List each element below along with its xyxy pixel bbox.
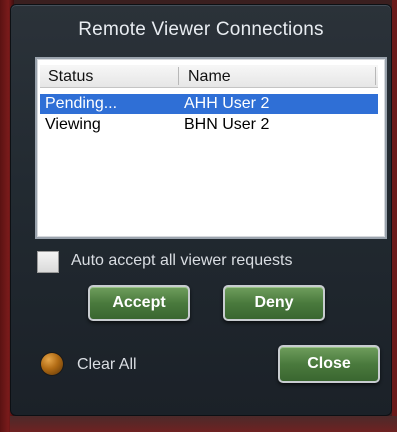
deny-button[interactable]: Deny — [223, 285, 325, 321]
auto-accept-checkbox[interactable] — [37, 251, 59, 273]
row-name: BHN User 2 — [184, 116, 270, 133]
table-row[interactable]: Pending... AHH User 2 — [40, 94, 378, 114]
clear-all-radio-icon[interactable] — [41, 353, 63, 375]
background-bottom-edge — [10, 416, 397, 432]
column-divider-right — [375, 67, 376, 85]
row-status: Pending... — [45, 95, 118, 112]
connections-list[interactable]: Status Name Pending... AHH User 2 Viewin… — [35, 57, 387, 239]
close-button[interactable]: Close — [278, 345, 380, 383]
list-header: Status Name — [40, 65, 378, 88]
dialog-title: Remote Viewer Connections — [78, 19, 324, 40]
table-row[interactable]: Viewing BHN User 2 — [40, 115, 378, 135]
accept-button[interactable]: Accept — [88, 285, 190, 321]
remote-viewer-dialog: Remote Viewer Connections Status Name Pe… — [10, 4, 392, 416]
row-status: Viewing — [45, 116, 101, 133]
auto-accept-label: Auto accept all viewer requests — [71, 252, 293, 269]
row-name: AHH User 2 — [184, 95, 270, 112]
clear-all-label: Clear All — [77, 356, 137, 373]
column-header-name[interactable]: Name — [188, 68, 231, 86]
background-edge-right — [392, 0, 397, 432]
column-header-status[interactable]: Status — [48, 68, 93, 86]
column-divider[interactable] — [178, 67, 179, 85]
